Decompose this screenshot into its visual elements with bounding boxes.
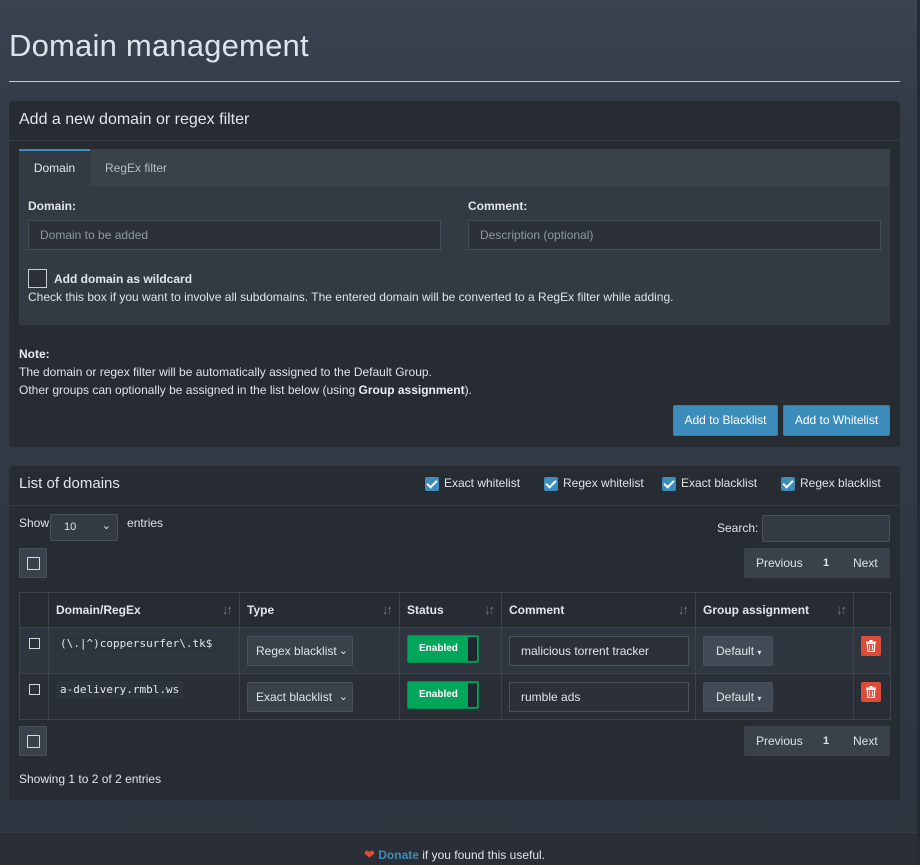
checkbox-checked-icon[interactable] <box>781 476 795 491</box>
pagination-bottom: Previous 1 Next <box>744 726 890 756</box>
square-icon <box>27 557 40 570</box>
tab-regex-filter[interactable]: RegEx filter <box>105 149 167 186</box>
type-filters: Exact whitelist Regex whitelist Exact bl… <box>9 476 900 496</box>
note-line-1: The domain or regex filter will be autom… <box>19 365 432 379</box>
add-box-title: Add a new domain or regex filter <box>9 101 900 141</box>
table-info: Showing 1 to 2 of 2 entries <box>19 772 162 786</box>
add-tab-panel: Domain RegEx filter Domain: Comment: Add… <box>19 149 890 325</box>
trash-icon <box>866 640 876 652</box>
filter-exact-whitelist[interactable]: Exact whitelist <box>425 476 520 492</box>
wildcard-checkbox[interactable] <box>28 269 47 288</box>
filter-exact-blacklist[interactable]: Exact blacklist <box>662 476 757 492</box>
note-title: Note: <box>19 347 50 361</box>
add-tabs: Domain RegEx filter <box>19 149 890 186</box>
wildcard-label: Add domain as wildcard <box>54 272 193 286</box>
donate-link[interactable]: Donate <box>378 848 419 862</box>
group-select-button[interactable]: Default ▾ <box>703 682 773 712</box>
column-header-actions <box>853 592 891 628</box>
heart-icon: ❤ <box>364 847 375 862</box>
filter-regex-blacklist[interactable]: Regex blacklist <box>781 476 881 492</box>
title-divider <box>9 81 900 82</box>
footer-text: ❤ Donate if you found this useful. <box>364 847 545 862</box>
next-page-button[interactable]: Next <box>853 548 878 578</box>
column-header-select <box>19 592 49 628</box>
search-label: Search: <box>717 521 759 535</box>
previous-page-button[interactable]: Previous <box>756 548 803 578</box>
comment-label: Comment: <box>468 199 528 213</box>
column-header-comment[interactable]: Comment ↓↑ <box>501 592 696 628</box>
chevron-down-icon: ⌄ <box>101 520 111 532</box>
domains-table: Domain/RegEx ↓↑ Type ↓↑ Status ↓↑ Comment ↓↑… <box>19 592 891 720</box>
table-row: a-delivery.rmbl.ws Exact blacklist ⌄ Enab… <box>19 673 891 720</box>
checkbox-checked-icon[interactable] <box>544 476 558 491</box>
delete-button[interactable] <box>861 636 881 656</box>
domain-value: a-delivery.rmbl.ws <box>56 681 184 698</box>
trash-icon <box>866 686 876 698</box>
sort-icon: ↓↑ <box>382 602 393 617</box>
status-toggle[interactable]: Enabled <box>407 681 479 709</box>
caret-down-icon: ▾ <box>757 648 762 657</box>
tab-domain[interactable]: Domain <box>19 149 90 186</box>
column-header-domain[interactable]: Domain/RegEx ↓↑ <box>48 592 240 628</box>
comment-field[interactable]: malicious torrent tracker <box>509 636 689 666</box>
group-select-button[interactable]: Default ▾ <box>703 636 773 666</box>
sort-icon: ↓↑ <box>678 602 689 617</box>
page-length-select[interactable]: 10 ⌄ <box>50 514 118 541</box>
status-toggle[interactable]: Enabled <box>407 635 479 663</box>
chevron-down-icon: ⌄ <box>338 645 348 657</box>
chevron-down-icon: ⌄ <box>338 691 348 703</box>
add-filter-box: Add a new domain or regex filter Domain … <box>9 101 900 447</box>
next-page-button[interactable]: Next <box>853 726 878 756</box>
search-input[interactable] <box>762 515 890 542</box>
filter-regex-whitelist[interactable]: Regex whitelist <box>544 476 644 492</box>
comment-input[interactable] <box>468 220 881 250</box>
page-1-button[interactable]: 1 <box>823 726 829 756</box>
comment-field[interactable]: rumble ads <box>509 682 689 712</box>
pagination-top: Previous 1 Next <box>744 548 890 578</box>
caret-down-icon: ▾ <box>757 694 762 703</box>
page-title: Domain management <box>9 28 309 63</box>
delete-button[interactable] <box>861 682 881 702</box>
add-to-blacklist-button[interactable]: Add to Blacklist <box>673 405 778 436</box>
domain-input[interactable] <box>28 220 441 250</box>
domain-value: (\.|^)coppersurfer\.tk$ <box>56 635 217 652</box>
checkbox-checked-icon[interactable] <box>662 476 676 491</box>
column-header-group[interactable]: Group assignment ↓↑ <box>695 592 854 628</box>
column-header-type[interactable]: Type ↓↑ <box>239 592 400 628</box>
select-all-button-bottom[interactable] <box>19 726 47 756</box>
page-1-button[interactable]: 1 <box>823 548 829 578</box>
note-line-2: Other groups can optionally be assigned … <box>19 383 472 397</box>
note-block: Note: The domain or regex filter will be… <box>19 345 472 399</box>
sort-icon: ↓↑ <box>484 602 495 617</box>
table-row: (\.|^)coppersurfer\.tk$ Regex blacklist ⌄… <box>19 627 891 674</box>
sort-icon: ↓↑ <box>222 602 233 617</box>
add-to-whitelist-button[interactable]: Add to Whitelist <box>783 405 890 436</box>
previous-page-button[interactable]: Previous <box>756 726 803 756</box>
domain-label: Domain: <box>28 199 76 213</box>
wildcard-help-text: Check this box if you want to involve al… <box>28 290 674 304</box>
domain-list-box: List of domains Exact whitelist Regex wh… <box>9 466 900 800</box>
checkbox-checked-icon[interactable] <box>425 476 439 491</box>
type-select[interactable]: Exact blacklist ⌄ <box>247 682 353 712</box>
sort-icon: ↓↑ <box>836 602 847 617</box>
row-checkbox[interactable] <box>29 638 40 649</box>
select-all-button[interactable] <box>19 548 47 578</box>
column-header-status[interactable]: Status ↓↑ <box>399 592 502 628</box>
row-checkbox[interactable] <box>29 684 40 695</box>
table-header-row: Domain/RegEx ↓↑ Type ↓↑ Status ↓↑ Comment ↓↑… <box>19 592 891 628</box>
footer: ❤ Donate if you found this useful. <box>0 832 917 865</box>
square-icon <box>27 735 40 748</box>
type-select[interactable]: Regex blacklist ⌄ <box>247 636 353 666</box>
